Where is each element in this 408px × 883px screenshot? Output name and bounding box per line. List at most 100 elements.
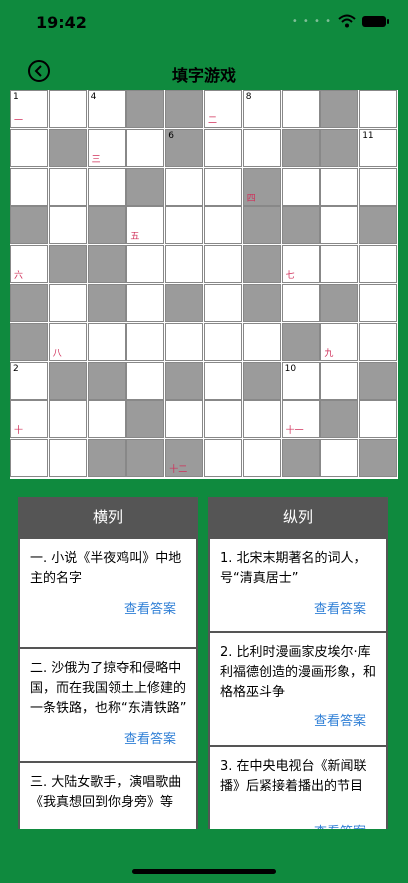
grid-cell[interactable]: 七 — [281, 245, 320, 284]
grid-cell[interactable] — [126, 361, 165, 400]
grid-cell[interactable] — [281, 90, 320, 128]
grid-cell[interactable]: 4 — [87, 90, 126, 128]
grid-cell[interactable] — [165, 167, 204, 206]
grid-cell[interactable] — [204, 245, 242, 284]
cell-number: 11 — [362, 130, 374, 141]
clue-mark: 十一 — [285, 426, 304, 437]
down-clue-list: 1. 北宋末期著名的词人，号“清真居士” 查看答案 2. 比利时漫画家皮埃尔·库… — [208, 537, 388, 829]
blocked-cell — [281, 206, 320, 245]
grid-cell[interactable] — [204, 128, 242, 167]
grid-cell[interactable] — [242, 322, 281, 361]
clue-mark: 六 — [14, 271, 24, 282]
grid-cell[interactable]: 九 — [320, 322, 359, 361]
grid-cell[interactable] — [204, 284, 242, 322]
grid-cell[interactable]: 10 — [281, 361, 320, 400]
status-icons: • • • • — [292, 14, 389, 28]
clue-mark: 四 — [246, 193, 256, 204]
grid-cell[interactable] — [242, 400, 281, 439]
grid-cell[interactable] — [320, 206, 359, 245]
grid-cell[interactable] — [126, 322, 165, 361]
view-answer-link[interactable]: 查看答案 — [124, 598, 176, 617]
grid-cell[interactable] — [87, 322, 126, 361]
view-answer-link[interactable]: 查看答案 — [314, 710, 366, 729]
blocked-cell — [126, 167, 165, 206]
grid-cell[interactable] — [48, 167, 87, 206]
grid-cell[interactable] — [359, 245, 398, 284]
view-answer-link[interactable]: 查看答案 — [314, 598, 366, 617]
clue-mark: 五 — [130, 232, 140, 243]
clue-card: 2. 比利时漫画家皮埃尔·库利福德创造的漫画形象，和格格巫斗争 查看答案 — [210, 633, 386, 745]
grid-cell[interactable] — [359, 167, 398, 206]
across-clue-list: 一. 小说《半夜鸡叫》中地主的名字 查看答案 二. 沙俄为了掠夺和侵略中国，而在… — [18, 537, 198, 829]
grid-cell[interactable]: 1一 — [10, 90, 48, 128]
grid-cell[interactable]: 二 — [204, 90, 242, 128]
grid-cell[interactable] — [359, 322, 398, 361]
blocked-cell — [359, 206, 398, 245]
grid-cell[interactable] — [359, 90, 398, 128]
grid-cell[interactable] — [359, 400, 398, 439]
view-answer-link[interactable]: 查看答案 — [124, 728, 176, 747]
grid-cell[interactable] — [48, 439, 87, 478]
grid-cell[interactable] — [10, 167, 48, 206]
grid-cell[interactable] — [165, 206, 204, 245]
grid-cell[interactable] — [281, 167, 320, 206]
grid-cell[interactable] — [48, 400, 87, 439]
grid-cell[interactable] — [165, 400, 204, 439]
blocked-cell — [48, 361, 87, 400]
blocked-cell — [242, 284, 281, 322]
grid-cell[interactable]: 2 — [10, 361, 48, 400]
grid-cell[interactable] — [10, 128, 48, 167]
grid-cell[interactable] — [126, 245, 165, 284]
grid-cell[interactable] — [126, 128, 165, 167]
grid-cell[interactable] — [48, 284, 87, 322]
blocked-cell — [87, 245, 126, 284]
blocked-cell — [87, 206, 126, 245]
grid-cell[interactable] — [204, 206, 242, 245]
grid-cell[interactable] — [359, 284, 398, 322]
grid-cell[interactable]: 8 — [242, 90, 281, 128]
grid-cell[interactable] — [320, 361, 359, 400]
grid-cell[interactable] — [48, 90, 87, 128]
grid-cell[interactable] — [204, 400, 242, 439]
grid-cell[interactable] — [242, 439, 281, 478]
grid-cell[interactable] — [320, 167, 359, 206]
down-panel-title: 纵列 — [208, 497, 388, 537]
grid-cell[interactable] — [320, 439, 359, 478]
blocked-cell — [165, 361, 204, 400]
blocked-cell — [242, 206, 281, 245]
grid-cell[interactable] — [204, 439, 242, 478]
grid-cell[interactable] — [10, 439, 48, 478]
grid-cell[interactable] — [87, 167, 126, 206]
grid-cell[interactable] — [87, 400, 126, 439]
grid-cell[interactable] — [242, 128, 281, 167]
blocked-cell — [281, 439, 320, 478]
grid-cell[interactable] — [281, 284, 320, 322]
clue-text: 1. 北宋末期著名的词人，号“清真居士” — [220, 551, 367, 586]
grid-cell[interactable] — [320, 245, 359, 284]
grid-cell[interactable] — [165, 322, 204, 361]
grid-cell[interactable] — [204, 322, 242, 361]
grid-cell[interactable]: 八 — [48, 322, 87, 361]
cell-number: 10 — [284, 363, 297, 374]
grid-cell[interactable]: 三 — [87, 128, 126, 167]
grid-cell[interactable] — [204, 361, 242, 400]
grid-cell[interactable]: 十 — [10, 400, 48, 439]
grid-cell[interactable] — [204, 167, 242, 206]
view-answer-link[interactable]: 查看答案 — [314, 821, 366, 829]
home-indicator — [132, 869, 276, 874]
blocked-cell — [165, 284, 204, 322]
grid-cell[interactable]: 六 — [10, 245, 48, 284]
grid-cell[interactable]: 五 — [126, 206, 165, 245]
grid-cell[interactable] — [165, 245, 204, 284]
clue-card: 1. 北宋末期著名的词人，号“清真居士” 查看答案 — [210, 539, 386, 631]
blocked-cell — [48, 128, 87, 167]
nav-bar: 填字游戏 — [0, 50, 408, 94]
blocked-cell — [242, 361, 281, 400]
grid-cell[interactable] — [48, 206, 87, 245]
across-panel: 横列 一. 小说《半夜鸡叫》中地主的名字 查看答案 二. 沙俄为了掠夺和侵略中国… — [18, 497, 198, 829]
grid-cell[interactable]: 11 — [359, 128, 398, 167]
grid-cell[interactable]: 十一 — [281, 400, 320, 439]
blocked-cell — [126, 400, 165, 439]
blocked-cell — [126, 90, 165, 128]
grid-cell[interactable] — [126, 284, 165, 322]
